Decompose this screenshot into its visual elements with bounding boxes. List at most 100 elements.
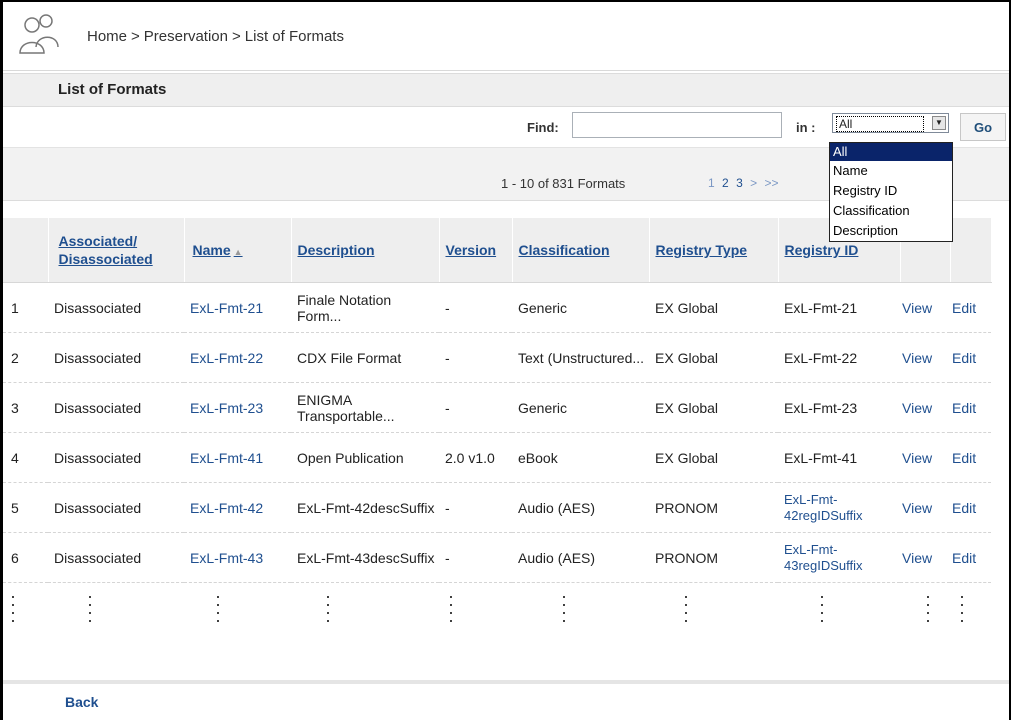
- col-header-associated[interactable]: Associated/ Disassociated: [48, 218, 185, 283]
- format-classification: Audio (AES): [512, 532, 649, 583]
- col-header-version[interactable]: Version: [439, 218, 513, 283]
- view-link[interactable]: View: [900, 432, 950, 483]
- footer-divider: [3, 680, 1009, 684]
- format-description: Finale Notation Form...: [291, 282, 439, 333]
- breadcrumb-home[interactable]: Home: [87, 28, 127, 45]
- row-number: 2: [3, 332, 48, 383]
- edit-link[interactable]: Edit: [950, 482, 991, 533]
- format-name-link[interactable]: ExL-Fmt-43: [184, 532, 291, 583]
- ellipsis-cell: · · · ·: [448, 586, 454, 630]
- edit-link[interactable]: Edit: [950, 432, 991, 483]
- format-classification: Generic: [512, 282, 649, 333]
- ellipsis-cell: · · · ·: [87, 586, 93, 630]
- view-link[interactable]: View: [900, 382, 950, 433]
- registry-type: PRONOM: [649, 532, 778, 583]
- ellipsis-row: · · · · · · · · · · · · · · · · · · · · · · · · · · · · · · · · …: [3, 583, 991, 634]
- table-row: 1 Disassociated ExL-Fmt-21 Finale Notation …: [3, 282, 991, 333]
- chevron-down-icon[interactable]: ▼: [932, 116, 946, 130]
- page-2[interactable]: 2: [722, 176, 729, 190]
- view-link[interactable]: View: [900, 482, 950, 533]
- breadcrumb-preservation[interactable]: Preservation: [144, 28, 228, 45]
- format-description: CDX File Format: [291, 332, 439, 383]
- row-number: 6: [3, 532, 48, 583]
- page-title: List of Formats: [58, 81, 167, 98]
- format-version: 2.0 v1.0: [439, 432, 512, 483]
- registry-id: ExL-Fmt-41: [778, 432, 900, 483]
- last-page-button[interactable]: >>: [764, 176, 778, 190]
- search-field-select[interactable]: All ▼: [832, 113, 949, 133]
- view-link[interactable]: View: [900, 532, 950, 583]
- ellipsis-cell: · · · ·: [959, 586, 965, 630]
- col-header-index: [3, 218, 49, 283]
- formats-table: Associated/ Disassociated Name ▲ Descript…: [3, 218, 992, 633]
- sort-asc-icon: ▲: [233, 247, 243, 257]
- edit-link[interactable]: Edit: [950, 332, 991, 383]
- view-link[interactable]: View: [900, 332, 950, 383]
- col-header-description[interactable]: Description: [291, 218, 440, 283]
- option-classification[interactable]: Classification: [830, 201, 952, 221]
- edit-link[interactable]: Edit: [950, 382, 991, 433]
- format-name-link[interactable]: ExL-Fmt-23: [184, 382, 291, 433]
- view-link[interactable]: View: [900, 282, 950, 333]
- formats-table-wrap: Associated/ Disassociated Name ▲ Descript…: [3, 218, 992, 633]
- format-classification: Audio (AES): [512, 482, 649, 533]
- ellipsis-cell: · · · ·: [325, 586, 331, 630]
- next-page-button[interactable]: >: [750, 176, 757, 190]
- ellipsis-cell: · · · ·: [215, 586, 221, 630]
- breadcrumb-separator: >: [232, 28, 241, 45]
- find-label: Find:: [527, 120, 559, 135]
- breadcrumb: Home > Preservation > List of Formats: [87, 28, 348, 45]
- table-row: 3 Disassociated ExL-Fmt-23 ENIGMA Transport…: [3, 382, 991, 433]
- registry-id: ExL-Fmt-21: [778, 282, 900, 333]
- format-name-link[interactable]: ExL-Fmt-41: [184, 432, 291, 483]
- title-bar: List of Formats: [3, 73, 1009, 107]
- registry-id: ExL-Fmt-42regIDSuffix: [778, 482, 900, 533]
- registry-type: EX Global: [649, 382, 778, 433]
- associated-status: Disassociated: [48, 382, 184, 433]
- format-version: -: [439, 332, 512, 383]
- registry-id: ExL-Fmt-22: [778, 332, 900, 383]
- format-description: Open Publication: [291, 432, 439, 483]
- format-name-link[interactable]: ExL-Fmt-42: [184, 482, 291, 533]
- associated-status: Disassociated: [48, 282, 184, 333]
- format-name-link[interactable]: ExL-Fmt-22: [184, 332, 291, 383]
- associated-status: Disassociated: [48, 432, 184, 483]
- page-3[interactable]: 3: [736, 176, 743, 190]
- format-version: -: [439, 482, 512, 533]
- format-classification: eBook: [512, 432, 649, 483]
- associated-status: Disassociated: [48, 532, 184, 583]
- option-name[interactable]: Name: [830, 161, 952, 181]
- edit-link[interactable]: Edit: [950, 532, 991, 583]
- registry-type: EX Global: [649, 282, 778, 333]
- format-version: -: [439, 282, 512, 333]
- back-link[interactable]: Back: [65, 694, 98, 710]
- row-number: 3: [3, 382, 48, 433]
- top-bar: Home > Preservation > List of Formats: [3, 2, 1009, 71]
- registry-type: PRONOM: [649, 482, 778, 533]
- col-header-edit: [950, 218, 992, 283]
- format-version: -: [439, 382, 512, 433]
- option-all[interactable]: All: [830, 143, 952, 161]
- in-label: in :: [796, 120, 816, 135]
- option-description[interactable]: Description: [830, 221, 952, 241]
- ellipsis-cell: · · · ·: [683, 586, 689, 630]
- row-number: 5: [3, 482, 48, 533]
- edit-link[interactable]: Edit: [950, 282, 991, 333]
- registry-id: ExL-Fmt-23: [778, 382, 900, 433]
- table-row: 2 Disassociated ExL-Fmt-22 CDX File Format -…: [3, 332, 991, 383]
- format-name-link[interactable]: ExL-Fmt-21: [184, 282, 291, 333]
- col-header-classification[interactable]: Classification: [512, 218, 650, 283]
- go-button[interactable]: Go: [960, 113, 1006, 141]
- col-header-name[interactable]: Name ▲: [184, 218, 292, 283]
- col-header-registry-type[interactable]: Registry Type: [649, 218, 779, 283]
- row-number: 1: [3, 282, 48, 333]
- table-row: 6 Disassociated ExL-Fmt-43 ExL-Fmt-43descSu…: [3, 532, 991, 583]
- registry-id: ExL-Fmt-43regIDSuffix: [778, 532, 900, 583]
- table-row: 4 Disassociated ExL-Fmt-41 Open Publication…: [3, 432, 991, 483]
- find-input[interactable]: [572, 112, 782, 138]
- registry-type: EX Global: [649, 332, 778, 383]
- format-classification: Generic: [512, 382, 649, 433]
- ellipsis-cell: · · · ·: [561, 586, 567, 630]
- option-registry-id[interactable]: Registry ID: [830, 181, 952, 201]
- format-description: ExL-Fmt-43descSuffix: [291, 532, 439, 583]
